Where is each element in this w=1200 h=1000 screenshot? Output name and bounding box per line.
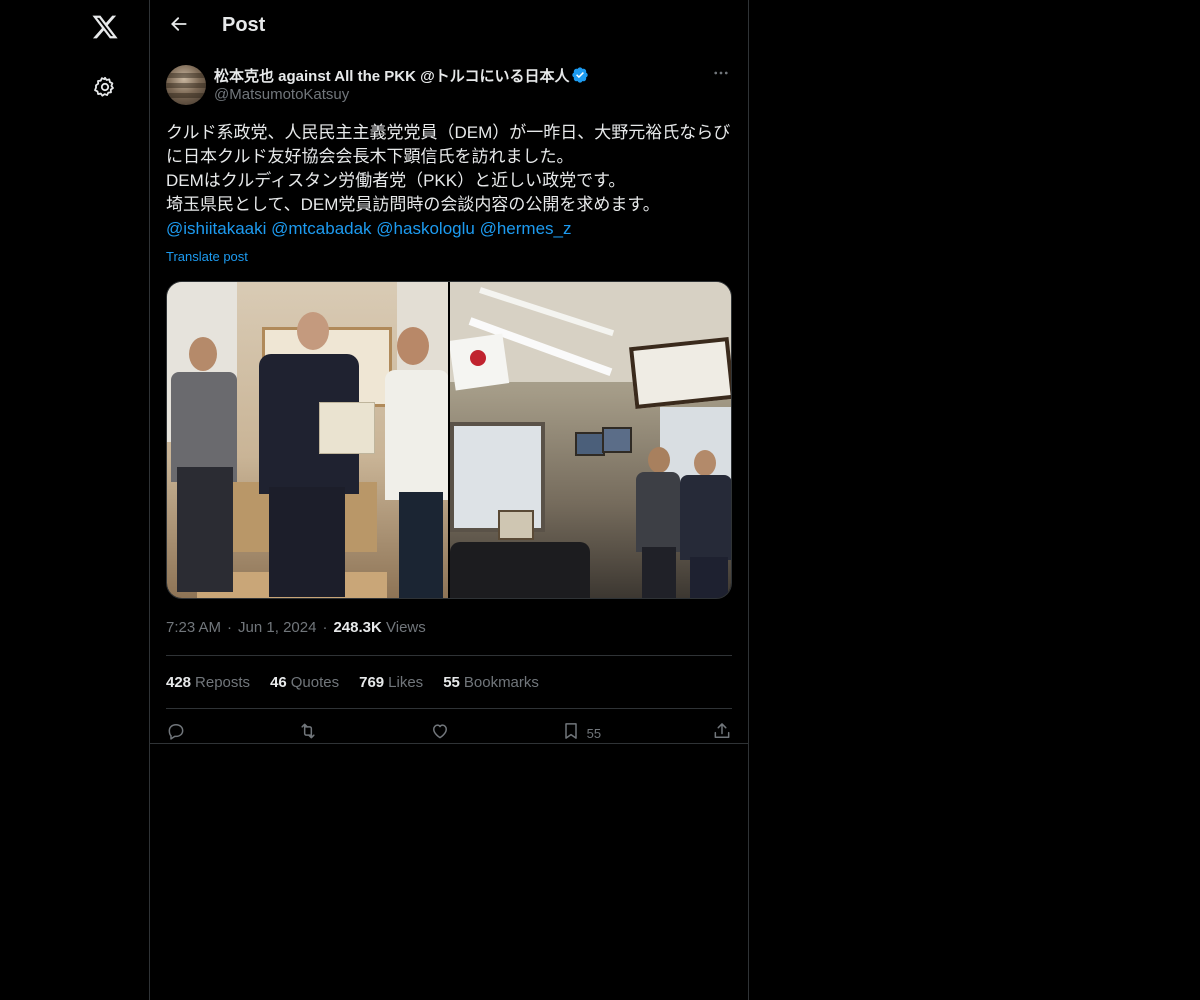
bookmark-icon xyxy=(561,721,581,746)
post-header: Post xyxy=(150,0,748,53)
stat-bookmarks[interactable]: 55 Bookmarks xyxy=(443,674,539,691)
views-label: Views xyxy=(386,619,426,636)
media-grid xyxy=(166,281,732,599)
reply-button[interactable] xyxy=(166,716,186,750)
post-text: クルド系政党、人民民主主義党党員（DEM）が一昨日、大野元裕氏ならびに日本クルド… xyxy=(166,121,732,269)
author-name[interactable]: 松本克也 against All the PKK @トルコにいる日本人 xyxy=(214,65,569,86)
avatar[interactable] xyxy=(166,65,206,105)
reply-icon xyxy=(166,721,186,746)
post-time[interactable]: 7:23 AM xyxy=(166,619,221,636)
post-line: クルド系政党、人民民主主義党党員（DEM）が一昨日、大野元裕氏ならびに日本クルド… xyxy=(166,123,731,166)
left-nav xyxy=(0,0,150,1000)
post-line: DEMはクルディスタン労働者党（PKK）と近しい政党です。 xyxy=(166,171,626,190)
divider xyxy=(150,743,748,744)
more-horizontal-icon xyxy=(712,64,730,87)
more-button[interactable] xyxy=(710,64,732,86)
gear-icon[interactable] xyxy=(85,67,125,107)
page-title: Post xyxy=(222,14,266,36)
photo-meeting-office[interactable] xyxy=(167,282,448,598)
x-logo-icon[interactable] xyxy=(85,7,125,47)
share-button[interactable] xyxy=(712,716,732,750)
bookmark-count: 55 xyxy=(586,725,602,741)
action-bar: 55 xyxy=(166,709,732,757)
repost-icon xyxy=(297,721,319,746)
post-stats: 428 Reposts 46 Quotes 769 Likes 55 Bookmarks xyxy=(166,656,732,708)
verified-badge-icon xyxy=(571,66,589,84)
translate-link[interactable]: Translate post xyxy=(166,245,732,269)
photo-office-visit[interactable] xyxy=(450,282,731,598)
heart-icon xyxy=(430,721,450,746)
back-button[interactable] xyxy=(162,9,196,43)
mention-link[interactable]: @mtcabadak xyxy=(271,219,371,238)
stat-likes[interactable]: 769 Likes xyxy=(359,674,423,691)
repost-button[interactable] xyxy=(297,716,319,750)
author-handle[interactable]: @MatsumotoKatsuy xyxy=(214,86,349,103)
main-column: Post 松本克也 against All the PKK @トルコにいる日本人… xyxy=(149,0,749,1000)
mentions: @ishiitakaaki @mtcabadak @haskologlu @he… xyxy=(166,217,732,241)
arrow-left-icon xyxy=(169,14,189,39)
post-line: 埼玉県民として、DEM党員訪問時の会談内容の公開を求めます。 xyxy=(166,195,660,214)
app: Post 松本克也 against All the PKK @トルコにいる日本人… xyxy=(0,0,1200,1000)
post-date[interactable]: Jun 1, 2024 xyxy=(238,619,316,636)
like-button[interactable] xyxy=(430,716,450,750)
mention-link[interactable]: @hermes_z xyxy=(480,219,572,238)
stat-quotes[interactable]: 46 Quotes xyxy=(270,674,339,691)
mention-link[interactable]: @haskologlu xyxy=(376,219,475,238)
author-row: 松本克也 against All the PKK @トルコにいる日本人 @Mat… xyxy=(166,64,732,108)
stat-reposts[interactable]: 428 Reposts xyxy=(166,674,250,691)
post: 松本克也 against All the PKK @トルコにいる日本人 @Mat… xyxy=(166,64,732,757)
bookmark-button[interactable]: 55 xyxy=(561,716,601,750)
mention-link[interactable]: @ishiitakaaki xyxy=(166,219,266,238)
post-meta: 7:23 AM · Jun 1, 2024 · 248.3K Views xyxy=(166,619,426,636)
share-icon xyxy=(712,721,732,746)
views-count: 248.3K xyxy=(333,619,382,636)
